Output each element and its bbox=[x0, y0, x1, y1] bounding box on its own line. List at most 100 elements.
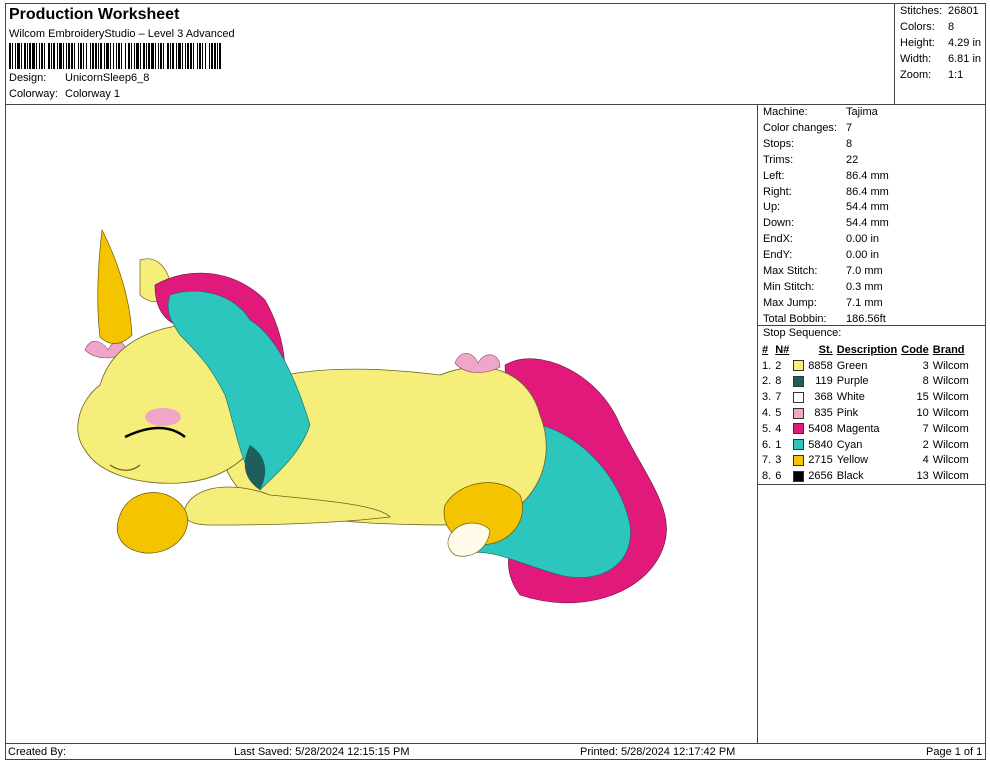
col-header-code: Code bbox=[901, 343, 929, 356]
row-description: Magenta bbox=[836, 422, 880, 435]
machine-info-value: 0.3 mm bbox=[846, 280, 883, 293]
machine-info-label: Up: bbox=[763, 201, 781, 214]
stat-height: Height: 4.29 in bbox=[900, 37, 981, 49]
machine-info-value: 0.00 in bbox=[846, 233, 880, 246]
row-needle: 6 bbox=[775, 470, 782, 483]
row-stitches: 119 bbox=[815, 375, 833, 388]
stat-label: Stitches: bbox=[900, 5, 943, 17]
machine-info-row: Machine: Tajima bbox=[763, 106, 878, 118]
barcode-image bbox=[9, 43, 221, 69]
machine-info-label: Right: bbox=[763, 185, 792, 198]
machine-info-row: Up: 54.4 mm bbox=[763, 201, 889, 213]
stat-value: 6.81 in bbox=[948, 53, 982, 65]
machine-info-row: Color changes: 7 bbox=[763, 122, 852, 134]
row-code: 8 bbox=[922, 375, 929, 388]
row-description: Cyan bbox=[836, 438, 863, 451]
row-needle: 7 bbox=[775, 391, 782, 404]
machine-info-row: Max Jump: 7.1 mm bbox=[763, 297, 883, 309]
table-row: 4. 5 835 Pink 10 Wilcom bbox=[760, 405, 971, 421]
row-num: 4. bbox=[762, 407, 772, 420]
last-saved: Last Saved: 5/28/2024 12:15:15 PM bbox=[234, 746, 410, 758]
row-stitches: 2656 bbox=[808, 470, 833, 483]
machine-info-label: Stops: bbox=[763, 137, 795, 150]
row-brand: Wilcom bbox=[932, 422, 969, 435]
stat-value: 26801 bbox=[948, 5, 979, 17]
stat-stitches: Stitches: 26801 bbox=[900, 5, 979, 17]
design-row: Design: UnicornSleep6_8 bbox=[9, 72, 149, 84]
color-swatch bbox=[793, 423, 805, 435]
machine-info-label: Total Bobbin: bbox=[763, 312, 827, 325]
machine-info-row: Total Bobbin: 186.56ft bbox=[763, 313, 886, 325]
machine-info-row: Trims: 22 bbox=[763, 154, 858, 166]
machine-info-label: EndX: bbox=[763, 233, 793, 246]
row-description: Yellow bbox=[836, 454, 869, 467]
row-stitches: 368 bbox=[814, 391, 833, 404]
table-row: 3. 7 368 White 15 Wilcom bbox=[760, 389, 971, 405]
row-stitches: 8858 bbox=[808, 359, 833, 372]
stop-sequence-title: Stop Sequence: bbox=[763, 327, 842, 339]
machine-info-label: Color changes: bbox=[763, 121, 837, 134]
machine-info-row: Down: 54.4 mm bbox=[763, 217, 889, 229]
colorway-value: Colorway 1 bbox=[65, 88, 121, 100]
table-header-row: # N# St. Description Code Brand bbox=[760, 342, 971, 358]
stat-label: Height: bbox=[900, 37, 935, 49]
sequence-divider-top bbox=[758, 325, 986, 326]
stat-value: 8 bbox=[948, 21, 955, 33]
printed-date: Printed: 5/28/2024 12:17:42 PM bbox=[580, 746, 736, 758]
machine-info-row: EndY: 0.00 in bbox=[763, 249, 879, 261]
machine-info-label: EndY: bbox=[763, 249, 793, 262]
table-row: 8. 6 2656 Black 13 Wilcom bbox=[760, 468, 971, 484]
page-number: Page 1 of 1 bbox=[926, 746, 983, 758]
table-row: 7. 3 2715 Yellow 4 Wilcom bbox=[760, 453, 971, 469]
row-brand: Wilcom bbox=[932, 391, 969, 404]
col-header-num: # bbox=[762, 343, 769, 356]
row-num: 1. bbox=[762, 359, 772, 372]
stats-box: Stitches: 26801 Colors: 8 Height: 4.29 in W… bbox=[894, 3, 986, 104]
machine-info-value: 86.4 mm bbox=[846, 169, 889, 182]
row-description: Pink bbox=[836, 407, 859, 420]
machine-info-row: Min Stitch: 0.3 mm bbox=[763, 281, 883, 293]
color-swatch bbox=[793, 391, 805, 403]
row-code: 3 bbox=[922, 359, 929, 372]
panel-divider bbox=[757, 104, 758, 743]
row-brand: Wilcom bbox=[932, 438, 969, 451]
color-swatch bbox=[793, 439, 805, 451]
machine-info-value: 54.4 mm bbox=[846, 201, 889, 214]
colorway-row: Colorway: Colorway 1 bbox=[9, 88, 120, 100]
page-title: Production Worksheet bbox=[9, 6, 180, 23]
machine-info-row: Left: 86.4 mm bbox=[763, 170, 889, 182]
footer-divider bbox=[5, 743, 986, 744]
row-code: 13 bbox=[916, 470, 929, 483]
row-brand: Wilcom bbox=[932, 454, 969, 467]
row-needle: 8 bbox=[775, 375, 782, 388]
created-by: Created By: bbox=[8, 746, 67, 758]
stat-value: 4.29 in bbox=[948, 37, 982, 49]
row-needle: 2 bbox=[775, 359, 782, 372]
row-brand: Wilcom bbox=[932, 359, 969, 372]
machine-info-label: Left: bbox=[763, 169, 785, 182]
row-code: 10 bbox=[916, 407, 929, 420]
machine-info-value: 22 bbox=[846, 153, 859, 166]
color-swatch-cell bbox=[791, 468, 806, 484]
row-description: Purple bbox=[836, 375, 869, 388]
design-label: Design: bbox=[9, 72, 47, 84]
table-row: 2. 8 119 Purple 8 Wilcom bbox=[760, 374, 971, 390]
row-brand: Wilcom bbox=[932, 407, 969, 420]
row-description: Green bbox=[836, 359, 868, 372]
machine-info-label: Machine: bbox=[763, 106, 808, 118]
row-num: 8. bbox=[762, 470, 772, 483]
row-brand: Wilcom bbox=[932, 375, 969, 388]
machine-info-label: Down: bbox=[763, 217, 795, 230]
software-subtitle: Wilcom EmbroideryStudio – Level 3 Advanc… bbox=[9, 28, 235, 40]
row-code: 15 bbox=[916, 391, 929, 404]
row-num: 2. bbox=[762, 375, 772, 388]
row-code: 7 bbox=[922, 422, 929, 435]
machine-info-row: Stops: 8 bbox=[763, 138, 852, 150]
color-swatch bbox=[793, 360, 805, 372]
col-header-needle: N# bbox=[775, 343, 790, 356]
machine-info-value: 7 bbox=[846, 121, 853, 134]
colorway-label: Colorway: bbox=[9, 88, 58, 100]
machine-info-row: Max Stitch: 7.0 mm bbox=[763, 265, 883, 277]
machine-info-value: 0.00 in bbox=[846, 249, 880, 262]
color-swatch-cell bbox=[791, 405, 806, 421]
